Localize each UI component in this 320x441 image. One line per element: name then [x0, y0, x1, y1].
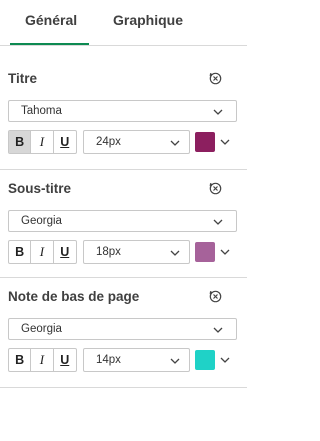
font-size-value: 14px [96, 354, 121, 366]
section-sous-titre: Sous-titre Georgia B I U 18px [0, 170, 247, 278]
section-note-de-bas-de-page: Note de bas de page Georgia B I U 14px [0, 278, 247, 388]
color-picker-button[interactable] [194, 348, 237, 372]
font-family-select[interactable]: Georgia [8, 210, 237, 232]
font-size-select[interactable]: 14px [83, 348, 190, 372]
format-row: B I U 24px [8, 130, 237, 154]
font-family-value: Tahoma [21, 105, 62, 117]
italic-button[interactable]: I [31, 349, 54, 371]
font-size-select[interactable]: 18px [83, 240, 190, 264]
color-swatch [195, 350, 215, 370]
font-size-select[interactable]: 24px [83, 130, 190, 154]
color-swatch [195, 132, 215, 152]
section-titre: Titre Tahoma B I U 24px [0, 60, 247, 170]
color-swatch [195, 242, 215, 262]
tab-bar: Général Graphique [0, 0, 247, 46]
text-style-group: B I U [8, 130, 77, 154]
chevron-down-icon [213, 109, 223, 115]
bold-button[interactable]: B [9, 241, 32, 263]
font-family-select[interactable]: Georgia [8, 318, 237, 340]
chevron-down-icon [220, 139, 230, 145]
tab-general[interactable]: Général [25, 12, 77, 28]
italic-button[interactable]: I [31, 241, 54, 263]
section-title: Titre [8, 71, 38, 86]
section-title: Sous-titre [8, 181, 72, 196]
chevron-down-icon [170, 358, 180, 364]
text-style-group: B I U [8, 348, 77, 372]
chevron-down-icon [213, 327, 223, 333]
underline-button[interactable]: U [54, 349, 76, 371]
reset-icon[interactable] [209, 182, 222, 195]
font-size-value: 24px [96, 136, 121, 148]
chevron-down-icon [213, 219, 223, 225]
font-family-select[interactable]: Tahoma [8, 100, 237, 122]
chevron-down-icon [220, 249, 230, 255]
reset-icon[interactable] [209, 72, 222, 85]
active-tab-indicator [10, 43, 89, 45]
format-row: B I U 18px [8, 240, 237, 264]
chevron-down-icon [220, 357, 230, 363]
tab-graphique[interactable]: Graphique [113, 12, 183, 28]
underline-button[interactable]: U [54, 241, 76, 263]
section-title: Note de bas de page [8, 289, 140, 304]
font-size-value: 18px [96, 246, 121, 258]
font-family-value: Georgia [21, 323, 62, 335]
underline-button[interactable]: U [54, 131, 76, 153]
text-style-group: B I U [8, 240, 77, 264]
chevron-down-icon [170, 250, 180, 256]
chevron-down-icon [170, 140, 180, 146]
italic-button[interactable]: I [31, 131, 54, 153]
bold-button[interactable]: B [9, 131, 32, 153]
reset-icon[interactable] [209, 290, 222, 303]
font-family-value: Georgia [21, 215, 62, 227]
bold-button[interactable]: B [9, 349, 32, 371]
color-picker-button[interactable] [194, 240, 237, 264]
format-row: B I U 14px [8, 348, 237, 372]
color-picker-button[interactable] [194, 130, 237, 154]
